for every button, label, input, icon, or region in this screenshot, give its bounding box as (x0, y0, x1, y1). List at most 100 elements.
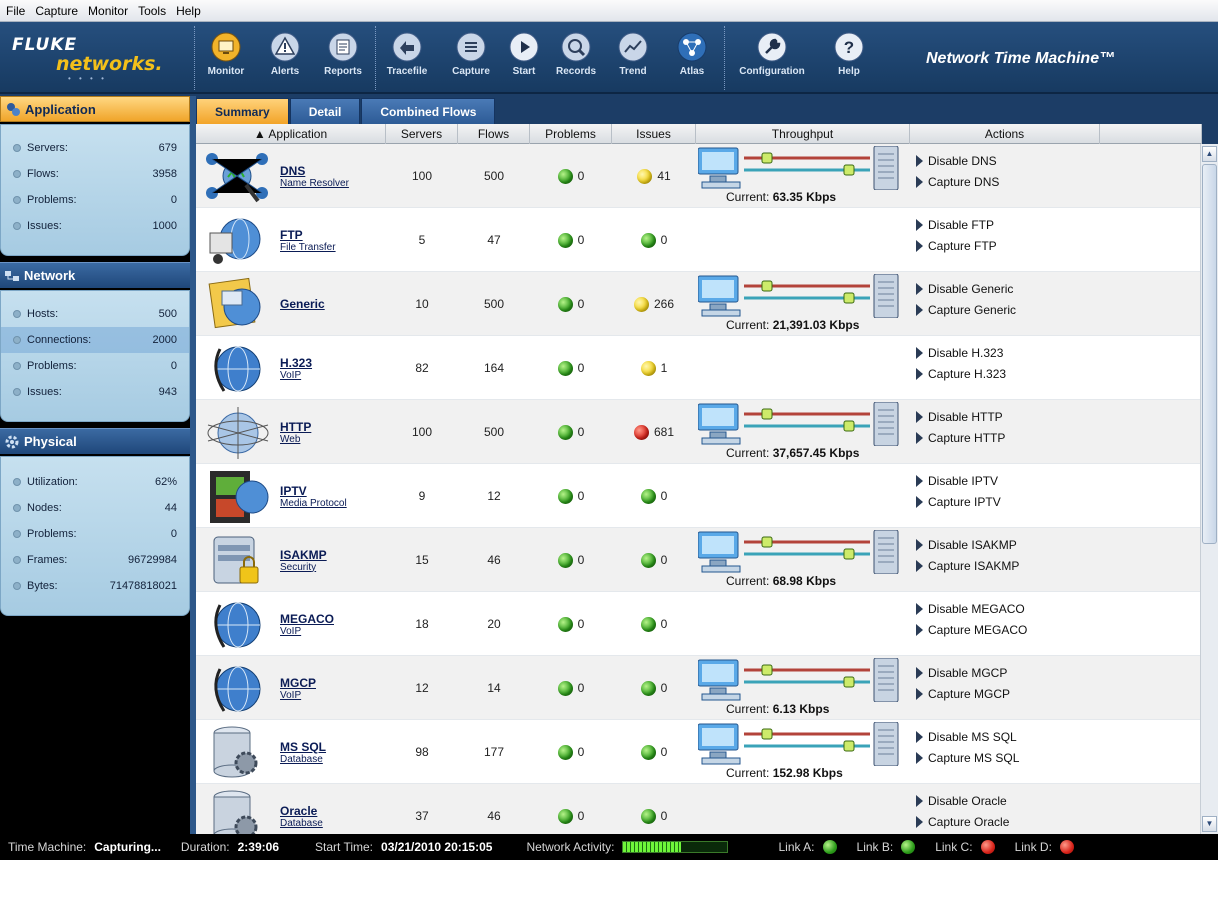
application-name-link[interactable]: Oracle (280, 804, 323, 818)
vertical-scrollbar[interactable]: ▲ ▼ (1200, 144, 1218, 834)
toolbar-atlas-button[interactable]: Atlas (662, 28, 722, 88)
disable-action-link[interactable]: Disable Generic (910, 278, 1013, 299)
table-row[interactable]: FTP File Transfer 5 47 0 0 Disable FTP Capture … (196, 208, 1202, 272)
application-category-link[interactable]: Database (280, 818, 323, 829)
toolbar-alerts-button[interactable]: Alerts (255, 28, 315, 88)
disable-action-link[interactable]: Disable MGCP (910, 662, 1007, 683)
issues-status[interactable]: 0 (640, 488, 667, 504)
issues-status[interactable]: 1 (640, 360, 667, 376)
disable-action-link[interactable]: Disable MS SQL (910, 726, 1017, 747)
application-category-link[interactable]: Media Protocol (280, 498, 347, 509)
table-row[interactable]: MGCP VoIP 12 14 0 0 Current: 6.13 Kbps Disable … (196, 656, 1202, 720)
problems-status[interactable]: 0 (557, 424, 584, 440)
application-category-link[interactable]: Security (280, 562, 327, 573)
capture-action-link[interactable]: Capture FTP (910, 235, 997, 256)
issues-status[interactable]: 0 (640, 680, 667, 696)
issues-status[interactable]: 0 (640, 552, 667, 568)
capture-action-link[interactable]: Capture Oracle (910, 811, 1009, 832)
problems-status[interactable]: 0 (557, 232, 584, 248)
capture-action-link[interactable]: Capture H.323 (910, 363, 1006, 384)
problems-status[interactable]: 0 (557, 168, 584, 184)
application-category-link[interactable]: VoIP (280, 626, 334, 637)
problems-status[interactable]: 0 (557, 488, 584, 504)
section-header-network[interactable]: Network (0, 262, 190, 288)
issues-status[interactable]: 0 (640, 808, 667, 824)
table-row[interactable]: MEGACO VoIP 18 20 0 0 Disable MEGACO Capture ME… (196, 592, 1202, 656)
tab-combined-flows[interactable]: Combined Flows (361, 98, 496, 124)
application-name-link[interactable]: ISAKMP (280, 548, 327, 562)
toolbar-configuration-button[interactable]: Configuration (732, 28, 812, 88)
column-header-servers[interactable]: Servers (386, 124, 458, 144)
application-category-link[interactable]: Name Resolver (280, 178, 349, 189)
application-name-link[interactable]: IPTV (280, 484, 347, 498)
column-header-problems[interactable]: Problems (530, 124, 612, 144)
problems-status[interactable]: 0 (557, 296, 584, 312)
application-name-link[interactable]: H.323 (280, 356, 312, 370)
application-category-link[interactable]: VoIP (280, 370, 312, 381)
problems-status[interactable]: 0 (557, 360, 584, 376)
capture-action-link[interactable]: Capture Generic (910, 299, 1016, 320)
scroll-down-arrow[interactable]: ▼ (1202, 816, 1217, 832)
disable-action-link[interactable]: Disable H.323 (910, 342, 1003, 363)
column-header-issues[interactable]: Issues (612, 124, 696, 144)
capture-action-link[interactable]: Capture MEGACO (910, 619, 1027, 640)
toolbar-records-button[interactable]: Records (546, 28, 606, 88)
toolbar-start-button[interactable]: Start (494, 28, 554, 88)
application-name-link[interactable]: MEGACO (280, 612, 334, 626)
disable-action-link[interactable]: Disable MEGACO (910, 598, 1025, 619)
column-header-actions[interactable]: Actions (910, 124, 1100, 144)
issues-status[interactable]: 0 (640, 744, 667, 760)
table-row[interactable]: ISAKMP Security 15 46 0 0 Current: 68.98 Kbps D… (196, 528, 1202, 592)
issues-status[interactable]: 0 (640, 616, 667, 632)
scroll-thumb[interactable] (1202, 164, 1217, 544)
toolbar-capture-button[interactable]: Capture (441, 28, 501, 88)
table-row[interactable]: IPTV Media Protocol 9 12 0 0 Disable IPTV Captu… (196, 464, 1202, 528)
application-category-link[interactable]: File Transfer (280, 242, 336, 253)
capture-action-link[interactable]: Capture DNS (910, 171, 999, 192)
menu-tools[interactable]: Tools (136, 4, 174, 18)
capture-action-link[interactable]: Capture MS SQL (910, 747, 1019, 768)
menu-capture[interactable]: Capture (33, 4, 86, 18)
disable-action-link[interactable]: Disable FTP (910, 214, 994, 235)
application-category-link[interactable]: Database (280, 754, 326, 765)
problems-status[interactable]: 0 (557, 552, 584, 568)
menu-help[interactable]: Help (174, 4, 209, 18)
table-row[interactable]: Generic 10 500 0 266 Current: 21,391.03 Kbps D… (196, 272, 1202, 336)
disable-action-link[interactable]: Disable ISAKMP (910, 534, 1017, 555)
application-name-link[interactable]: HTTP (280, 420, 311, 434)
table-row[interactable]: HTTP Web 100 500 0 681 Current: 37,657.45 Kbps… (196, 400, 1202, 464)
problems-status[interactable]: 0 (557, 616, 584, 632)
menu-monitor[interactable]: Monitor (86, 4, 136, 18)
toolbar-reports-button[interactable]: Reports (313, 28, 373, 88)
menu-file[interactable]: File (4, 4, 33, 18)
issues-status[interactable]: 681 (633, 424, 674, 440)
toolbar-monitor-button[interactable]: Monitor (196, 28, 256, 88)
column-header-throughput[interactable]: Throughput (696, 124, 910, 144)
table-row[interactable]: DNS Name Resolver 100 500 0 41 Current: 63.35 … (196, 144, 1202, 208)
toolbar-help-button[interactable]: ? Help (819, 28, 879, 88)
issues-status[interactable]: 266 (633, 296, 674, 312)
scroll-up-arrow[interactable]: ▲ (1202, 146, 1217, 162)
tab-summary[interactable]: Summary (196, 98, 289, 124)
capture-action-link[interactable]: Capture MGCP (910, 683, 1010, 704)
application-name-link[interactable]: MGCP (280, 676, 316, 690)
application-category-link[interactable]: VoIP (280, 690, 316, 701)
application-name-link[interactable]: Generic (280, 297, 325, 311)
problems-status[interactable]: 0 (557, 744, 584, 760)
application-name-link[interactable]: DNS (280, 164, 349, 178)
tab-detail[interactable]: Detail (289, 98, 361, 124)
disable-action-link[interactable]: Disable HTTP (910, 406, 1003, 427)
table-row[interactable]: MS SQL Database 98 177 0 0 Current: 152.98 Kbp… (196, 720, 1202, 784)
capture-action-link[interactable]: Capture HTTP (910, 427, 1005, 448)
toolbar-tracefile-button[interactable]: Tracefile (377, 28, 437, 88)
toolbar-trend-button[interactable]: Trend (603, 28, 663, 88)
column-header-application[interactable]: ▲ Application (196, 124, 386, 144)
section-header-physical[interactable]: Physical (0, 428, 190, 454)
application-name-link[interactable]: FTP (280, 228, 336, 242)
application-name-link[interactable]: MS SQL (280, 740, 326, 754)
issues-status[interactable]: 0 (640, 232, 667, 248)
problems-status[interactable]: 0 (557, 680, 584, 696)
capture-action-link[interactable]: Capture IPTV (910, 491, 1001, 512)
application-category-link[interactable]: Web (280, 434, 311, 445)
disable-action-link[interactable]: Disable DNS (910, 150, 997, 171)
